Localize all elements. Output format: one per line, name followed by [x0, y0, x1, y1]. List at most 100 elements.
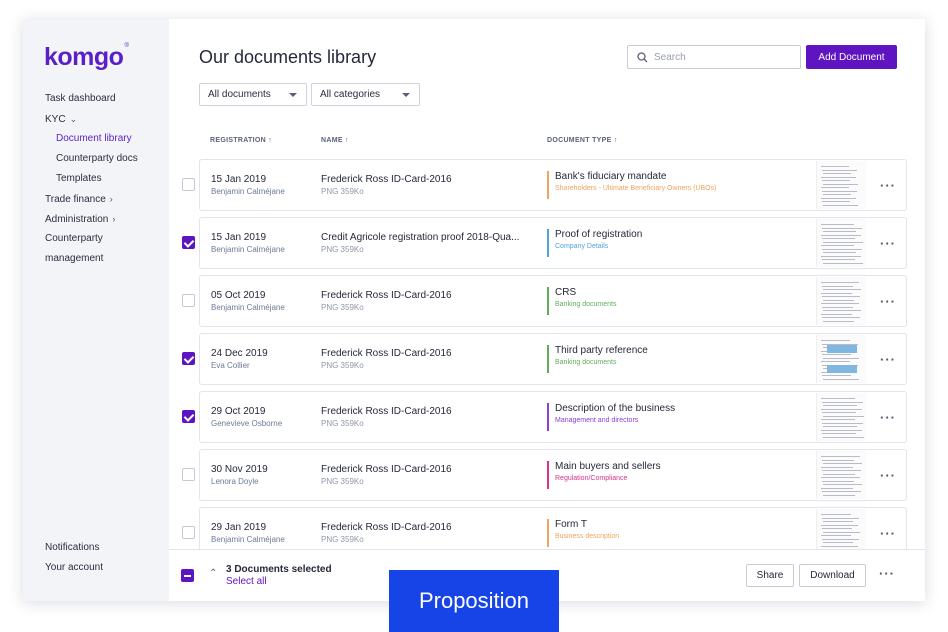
sidebar-item-8[interactable]: management — [45, 249, 169, 269]
document-thumbnail[interactable] — [816, 335, 866, 383]
row-checkbox[interactable] — [182, 178, 195, 191]
sidebar-item-4[interactable]: Templates — [45, 169, 169, 189]
row-checkbox[interactable] — [182, 410, 195, 423]
sidebar-item-1[interactable]: KYC ⌄ — [45, 109, 169, 129]
document-thumbnail[interactable] — [816, 161, 866, 209]
registration-date: 29 Oct 2019 — [211, 406, 266, 417]
caret-down-icon — [289, 93, 297, 97]
chevron-up-icon[interactable]: ⌃ — [209, 568, 217, 579]
download-button[interactable]: Download — [799, 564, 866, 587]
table-row[interactable]: 15 Jan 2019 Benjamin Calméjane Frederick R… — [182, 159, 907, 211]
document-type: Proof of registration Company Details — [547, 229, 642, 257]
table-row[interactable]: 15 Jan 2019 Benjamin Calméjane Credit Agri… — [182, 217, 907, 269]
document-category: Business description — [555, 533, 620, 540]
row-checkbox[interactable] — [182, 468, 195, 481]
sidebar-item-3[interactable]: Counterparty docs — [45, 149, 169, 169]
sidebar-nav: Task dashboard KYC ⌄ Document library Counte… — [45, 89, 169, 269]
document-name[interactable]: Frederick Ross ID-Card-2016 — [321, 174, 452, 185]
document-category: Management and directors — [555, 417, 639, 424]
column-header-name[interactable]: NAME ↑ — [321, 137, 349, 144]
search-icon — [637, 52, 648, 63]
chevron-icon: › — [112, 214, 116, 224]
document-type-label: Third party reference — [555, 345, 648, 356]
sidebar-bottom-item-1[interactable]: Your account — [45, 558, 103, 578]
row-checkbox[interactable] — [182, 526, 195, 539]
document-type-label: Proof of registration — [555, 229, 643, 240]
caret-down-icon — [402, 93, 410, 97]
document-meta: PNG 359Ko — [321, 419, 364, 428]
search-input[interactable] — [654, 49, 794, 65]
document-name[interactable]: Frederick Ross ID-Card-2016 — [321, 522, 452, 533]
document-name[interactable]: Credit Agricole registration proof 2018-… — [321, 232, 519, 243]
document-type-label: Description of the business — [555, 403, 676, 414]
categories-filter[interactable]: All categories — [311, 83, 420, 106]
registration-date: 29 Jan 2019 — [211, 522, 267, 533]
row-checkbox[interactable] — [182, 352, 195, 365]
categories-filter-value: All categories — [320, 89, 381, 100]
main-content: Our documents library Add Document All d… — [169, 19, 925, 601]
proposition-banner: Proposition — [389, 570, 559, 632]
sidebar-item-label: Counterparty docs — [56, 153, 138, 164]
app-window: komgo® Task dashboard KYC ⌄ Document librar… — [23, 19, 925, 601]
table-row[interactable]: 29 Oct 2019 Genevieve Osborne Frederick Ro… — [182, 391, 907, 443]
document-type: Bank's fiduciary mandate Shareholders - U… — [547, 171, 716, 199]
document-name[interactable]: Frederick Ross ID-Card-2016 — [321, 406, 452, 417]
document-name[interactable]: Frederick Ross ID-Card-2016 — [321, 464, 452, 475]
more-options-icon[interactable]: ··· — [880, 410, 896, 425]
sidebar-item-2[interactable]: Document library — [45, 129, 169, 149]
document-thumbnail[interactable] — [816, 451, 866, 499]
more-options-icon[interactable]: ··· — [880, 352, 896, 367]
document-thumbnail[interactable] — [816, 393, 866, 441]
registration-date: 15 Jan 2019 — [211, 232, 267, 243]
bulk-select-checkbox[interactable] — [181, 569, 194, 582]
document-meta: PNG 359Ko — [321, 245, 364, 254]
more-options-icon[interactable]: ··· — [880, 526, 896, 541]
sidebar-item-0[interactable]: Task dashboard — [45, 89, 169, 109]
document-thumbnail[interactable] — [816, 277, 866, 325]
registered-by: Benjamin Calméjane — [211, 187, 285, 196]
sidebar-item-label: Document library — [56, 133, 132, 144]
search-box[interactable] — [627, 45, 801, 69]
add-document-button[interactable]: Add Document — [806, 45, 897, 69]
column-header-registration[interactable]: REGISTRATION ↑ — [210, 137, 272, 144]
document-type: CRS Banking documents — [547, 287, 616, 315]
select-all-link[interactable]: Select all — [226, 576, 267, 587]
sidebar-item-5[interactable]: Trade finance › — [45, 189, 169, 209]
document-name[interactable]: Frederick Ross ID-Card-2016 — [321, 290, 452, 301]
document-type: Main buyers and sellers Regulation/Compli… — [547, 461, 661, 489]
sidebar-item-label: Task dashboard — [45, 93, 116, 104]
documents-filter-value: All documents — [208, 89, 271, 100]
document-category: Banking documents — [555, 359, 617, 366]
document-type: Third party reference Banking documents — [547, 345, 648, 373]
sidebar-bottom-nav: Notifications Your account — [45, 538, 103, 578]
chevron-icon: ⌄ — [69, 114, 78, 124]
registered-by: Lenora Doyle — [211, 477, 259, 486]
registered-by: Genevieve Osborne — [211, 419, 283, 428]
sidebar-item-6[interactable]: Administration › — [45, 209, 169, 229]
sidebar-bottom-item-0[interactable]: Notifications — [45, 538, 103, 558]
document-meta: PNG 359Ko — [321, 303, 364, 312]
document-name[interactable]: Frederick Ross ID-Card-2016 — [321, 348, 452, 359]
registered-by: Benjamin Calméjane — [211, 303, 285, 312]
more-options-icon[interactable]: ··· — [880, 468, 896, 483]
table-row[interactable]: 05 Oct 2019 Benjamin Calméjane Frederick R… — [182, 275, 907, 327]
more-options-icon[interactable]: ··· — [880, 236, 896, 251]
komgo-logo[interactable]: komgo® — [44, 43, 129, 72]
more-options-icon[interactable]: ··· — [880, 178, 896, 193]
column-header-document-type[interactable]: DOCUMENT TYPE ↑ — [547, 137, 618, 144]
table-row[interactable]: 30 Nov 2019 Lenora Doyle Frederick Ross ID… — [182, 449, 907, 501]
registered-by: Benjamin Calméjane — [211, 535, 285, 544]
table-row[interactable]: 24 Dec 2019 Eva Collier Frederick Ross ID-… — [182, 333, 907, 385]
more-options-icon[interactable]: ··· — [879, 566, 895, 581]
selected-count: 3 Documents selected — [226, 564, 332, 575]
row-checkbox[interactable] — [182, 294, 195, 307]
document-type-label: Form T — [555, 519, 588, 530]
documents-filter[interactable]: All documents — [199, 83, 307, 106]
share-button[interactable]: Share — [746, 564, 794, 587]
sidebar-item-label: Templates — [56, 173, 102, 184]
sidebar-item-7[interactable]: Counterparty — [45, 229, 169, 249]
row-checkbox[interactable] — [182, 236, 195, 249]
document-thumbnail[interactable] — [816, 219, 866, 267]
more-options-icon[interactable]: ··· — [880, 294, 896, 309]
document-type-label: Bank's fiduciary mandate — [555, 171, 667, 182]
